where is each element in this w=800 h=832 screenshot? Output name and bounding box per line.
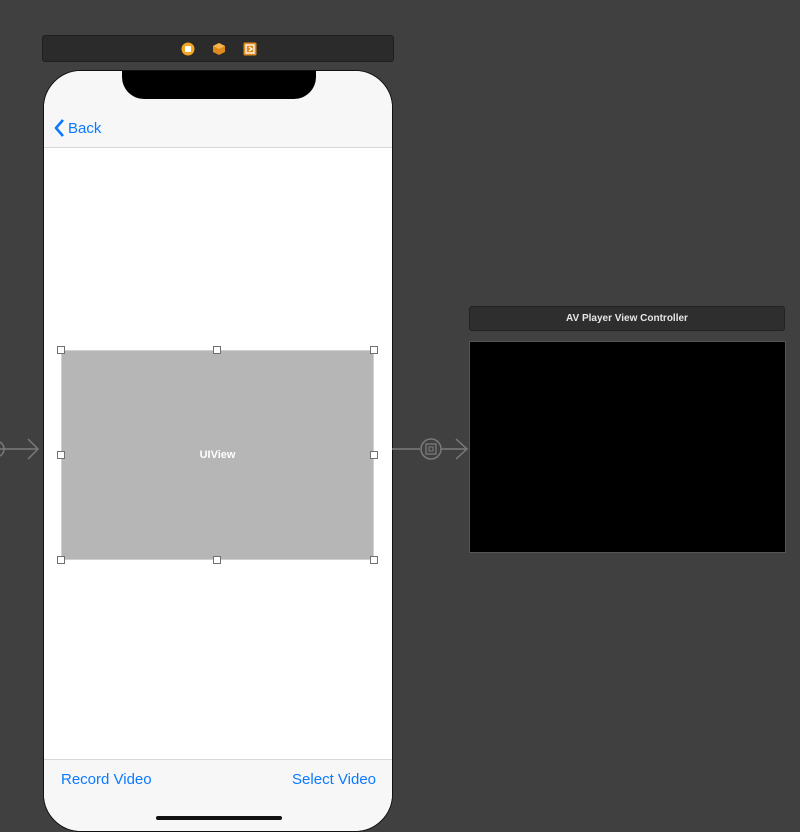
view-controller-icon[interactable] xyxy=(181,42,195,56)
back-label: Back xyxy=(68,119,102,137)
av-player-scene-title[interactable]: AV Player View Controller xyxy=(469,306,785,331)
resize-handle-bottom-left[interactable] xyxy=(57,556,65,564)
av-player-title-label: AV Player View Controller xyxy=(566,313,688,324)
select-video-button[interactable]: Select Video xyxy=(292,771,376,788)
resize-handle-left[interactable] xyxy=(57,451,65,459)
resize-handle-top-left[interactable] xyxy=(57,346,65,354)
device-notch xyxy=(122,71,316,99)
uiview-container[interactable]: UIView xyxy=(61,350,374,560)
exit-icon[interactable] xyxy=(243,42,257,56)
resize-handle-bottom-right[interactable] xyxy=(370,556,378,564)
back-button[interactable]: Back xyxy=(54,117,101,139)
bottom-toolbar: Record Video Select Video xyxy=(44,759,392,831)
resize-handle-right[interactable] xyxy=(370,451,378,459)
av-player-view[interactable] xyxy=(469,341,786,553)
first-responder-icon[interactable] xyxy=(212,42,226,56)
resize-handle-top[interactable] xyxy=(213,346,221,354)
uiview-label: UIView xyxy=(199,449,236,461)
home-indicator xyxy=(156,816,282,820)
chevron-left-icon xyxy=(54,119,64,137)
embed-segue-icon[interactable] xyxy=(392,434,470,464)
scene-dock xyxy=(42,35,394,62)
resize-handle-top-right[interactable] xyxy=(370,346,378,354)
record-video-button[interactable]: Record Video xyxy=(61,771,152,788)
initial-entry-arrow-icon xyxy=(0,438,40,460)
resize-handle-bottom[interactable] xyxy=(213,556,221,564)
